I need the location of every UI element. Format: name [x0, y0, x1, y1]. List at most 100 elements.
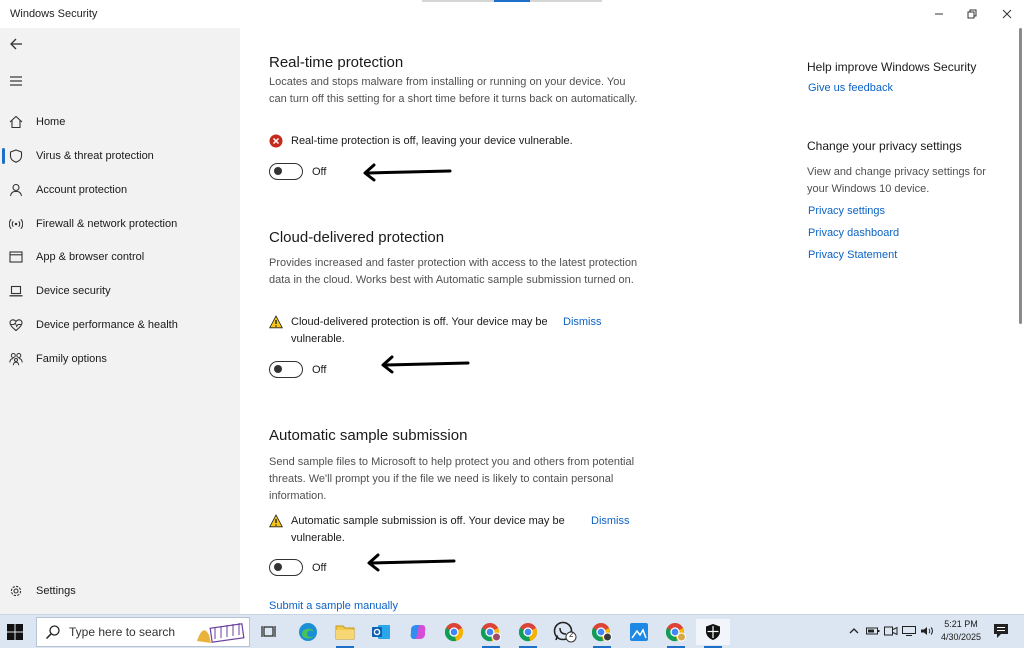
sidebar-item-app-browser-control[interactable]: App & browser control [0, 243, 240, 271]
meet-now-icon [884, 626, 898, 636]
main-content: Real-time protection Locates and stops m… [240, 28, 1024, 614]
sidebar-item-account-protection[interactable]: Account protection [0, 176, 240, 204]
sidebar-item-label: Family options [36, 353, 107, 365]
taskbar-clock[interactable]: 5:21 PM 4/30/2025 [936, 618, 986, 644]
section-description: Locates and stops malware from installin… [269, 76, 638, 105]
annotation-arrow [381, 355, 470, 374]
sidebar-item-label: Device performance & health [36, 319, 178, 331]
outlook-icon [372, 625, 390, 639]
toggle-knob [274, 563, 282, 571]
privacy-statement-link[interactable]: Privacy Statement [808, 249, 897, 261]
task-view-button[interactable] [257, 619, 283, 645]
chrome-icon [444, 623, 464, 642]
automatic-sample-submission-toggle[interactable] [269, 559, 303, 576]
notification-center-button[interactable] [993, 623, 1009, 642]
sidebar-item-label: Home [36, 116, 66, 128]
file-explorer-icon [335, 625, 355, 640]
taskbar-app-chrome[interactable] [441, 619, 467, 645]
title-bar: Windows Security [0, 0, 1024, 28]
back-arrow-icon [10, 38, 22, 50]
taskbar-app-copilot[interactable] [405, 619, 431, 645]
notification-icon [994, 624, 1008, 638]
top-scroll-indicator [422, 0, 602, 2]
tray-meet-now[interactable] [884, 625, 898, 639]
real-time-protection-toggle[interactable] [269, 163, 303, 180]
copilot-icon [410, 625, 426, 639]
privacy-dashboard-link[interactable]: Privacy dashboard [808, 227, 899, 239]
heart-icon [8, 317, 24, 333]
restore-button[interactable] [955, 2, 989, 26]
cloud-delivered-protection-toggle[interactable] [269, 361, 303, 378]
tray-chevron-button[interactable] [849, 625, 859, 639]
whatsapp-badge: 2 [569, 630, 574, 639]
sidebar-item-virus-threat-protection[interactable]: Virus & threat protection [0, 142, 240, 170]
taskbar-app-edge[interactable] [295, 619, 321, 645]
minimize-button[interactable] [922, 2, 956, 26]
sidebar: Home Virus & threat protection Account p… [0, 28, 240, 614]
windows-security-window: Windows Security Home Virus & threat pro… [0, 0, 1024, 614]
sidebar-item-label: Settings [36, 585, 76, 597]
person-icon [8, 182, 24, 198]
taskbar-app-windows-security[interactable] [696, 619, 730, 648]
submit-sample-link[interactable]: Submit a sample manually [269, 600, 398, 612]
photos-icon [630, 623, 648, 641]
taskbar-app-chrome-profile[interactable] [478, 619, 504, 648]
toggle-knob [274, 167, 282, 175]
help-improve-title: Help improve Windows Security [807, 60, 977, 74]
tray-network[interactable] [902, 625, 916, 639]
close-icon [1002, 9, 1012, 19]
toggle-knob [274, 365, 282, 373]
toggle-state-label: Off [312, 364, 327, 376]
give-feedback-link[interactable]: Give us feedback [808, 82, 893, 94]
taskbar-app-chrome-2[interactable] [515, 619, 541, 648]
taskbar-app-chrome-profile-3[interactable] [663, 619, 689, 648]
windows-security-icon [706, 624, 720, 640]
taskbar-app-photos[interactable] [626, 619, 652, 645]
tray-volume[interactable] [920, 625, 934, 639]
sidebar-item-firewall-network-protection[interactable]: Firewall & network protection [0, 210, 240, 238]
shield-icon [8, 148, 24, 164]
status-text: Automatic sample submission is off. Your… [291, 515, 565, 544]
chrome-profile-icon [480, 623, 501, 642]
warning-icon [269, 315, 283, 329]
windows-start-icon[interactable] [6, 623, 24, 641]
dismiss-link[interactable]: Dismiss [591, 515, 630, 527]
selection-indicator [2, 148, 5, 164]
sidebar-item-label: Virus & threat protection [36, 150, 154, 162]
search-placeholder: Type here to search [69, 625, 176, 639]
clock-date: 4/30/2025 [940, 632, 982, 642]
status-message: Cloud-delivered protection is off. Your … [269, 314, 548, 348]
menu-button[interactable] [6, 71, 26, 91]
warning-icon [269, 514, 283, 528]
window-title: Windows Security [10, 8, 98, 20]
wifi-signal-icon [8, 216, 24, 232]
close-button[interactable] [990, 2, 1024, 26]
toggle-state-label: Off [312, 562, 327, 574]
taskbar-app-outlook[interactable] [368, 619, 394, 645]
status-text: Real-time protection is off, leaving you… [291, 135, 573, 147]
section-description: Send sample files to Microsoft to help p… [269, 456, 635, 502]
sidebar-item-settings[interactable]: Settings [0, 577, 240, 605]
sidebar-item-device-security[interactable]: Device security [0, 277, 240, 305]
chrome-profile-icon [591, 623, 612, 642]
task-view-icon [261, 626, 276, 637]
taskbar-app-whatsapp[interactable]: 2 [552, 619, 578, 645]
sidebar-item-label: App & browser control [36, 251, 145, 263]
dismiss-link[interactable]: Dismiss [563, 316, 602, 328]
battery-icon [866, 627, 880, 635]
taskbar-app-file-explorer[interactable] [332, 619, 358, 648]
vertical-scrollbar[interactable] [1019, 28, 1022, 324]
sidebar-item-label: Device security [36, 285, 111, 297]
tray-battery[interactable] [866, 625, 880, 639]
privacy-settings-link[interactable]: Privacy settings [808, 205, 885, 217]
hamburger-menu-icon [10, 76, 22, 86]
sidebar-item-device-performance-health[interactable]: Device performance & health [0, 311, 240, 339]
annotation-arrow [363, 163, 452, 182]
taskbar-app-chrome-profile-2[interactable] [589, 619, 615, 648]
status-text: Cloud-delivered protection is off. Your … [291, 316, 548, 345]
back-button[interactable] [6, 34, 26, 54]
sidebar-item-family-options[interactable]: Family options [0, 345, 240, 373]
sidebar-item-home[interactable]: Home [0, 108, 240, 136]
taskbar-search-box[interactable]: Type here to search [36, 617, 250, 647]
chevron-up-icon [849, 628, 859, 634]
